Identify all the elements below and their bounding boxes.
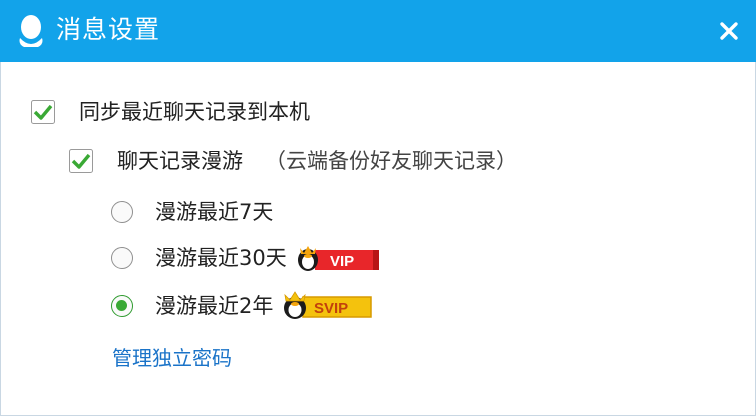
close-button[interactable] xyxy=(712,14,746,48)
title-bar: 消息设置 xyxy=(0,0,756,62)
roam-hint: （云端备份好友聊天记录） xyxy=(265,149,517,173)
radio-option-30-days[interactable]: 漫游最近30天 VIP xyxy=(111,244,379,272)
svip-badge-icon: SVIP xyxy=(284,291,373,319)
window-title: 消息设置 xyxy=(56,15,161,44)
sync-option[interactable]: 同步最近聊天记录到本机 xyxy=(31,98,310,126)
vip-badge-icon: VIP xyxy=(297,246,379,271)
svg-text:VIP: VIP xyxy=(330,253,354,270)
radio-7-days[interactable] xyxy=(111,201,133,223)
roam-label: 聊天记录漫游 xyxy=(117,149,243,173)
sync-label: 同步最近聊天记录到本机 xyxy=(79,100,310,124)
radio-2-years[interactable] xyxy=(111,295,133,317)
radio-2-years-label: 漫游最近2年 xyxy=(155,294,274,318)
radio-30-days-label: 漫游最近30天 xyxy=(155,246,287,270)
roam-option[interactable]: 聊天记录漫游 （云端备份好友聊天记录） xyxy=(69,147,517,175)
radio-7-days-label: 漫游最近7天 xyxy=(155,200,274,224)
radio-option-2-years[interactable]: 漫游最近2年 SVIP xyxy=(111,291,373,321)
radio-30-days[interactable] xyxy=(111,247,133,269)
svg-text:SVIP: SVIP xyxy=(314,300,348,317)
manage-password-link[interactable]: 管理独立密码 xyxy=(112,344,232,372)
roam-checkbox[interactable] xyxy=(69,149,93,173)
close-icon xyxy=(720,22,738,40)
radio-selected-dot xyxy=(116,300,127,311)
sync-checkbox[interactable] xyxy=(31,100,55,124)
radio-option-7-days[interactable]: 漫游最近7天 xyxy=(111,198,273,226)
qq-penguin-icon xyxy=(19,15,43,47)
